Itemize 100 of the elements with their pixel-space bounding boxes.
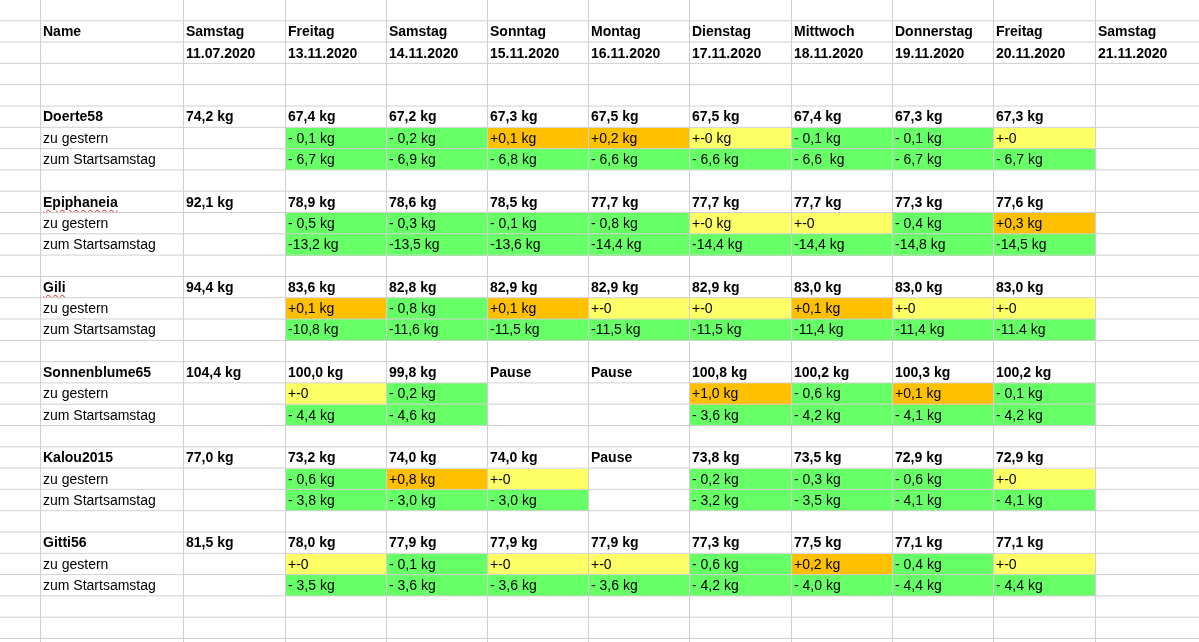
table-cell-text: 74,0 kg (388, 448, 438, 468)
table-cell-text: 100,3 kg (894, 363, 952, 383)
table-cell-text: 81,5 kg (185, 533, 235, 553)
table-cell-text: zum Startsamstag (42, 405, 157, 425)
table-cell-text: 67,4 kg (793, 107, 843, 127)
table-cell-text: zu gestern (42, 213, 110, 233)
table-cell-text: Samstag (388, 22, 449, 42)
table-cell-text: 67,5 kg (590, 107, 640, 127)
table-cell-text: Doerte58 (42, 107, 104, 127)
table-cell-text: 82,9 kg (691, 277, 741, 297)
table-cell-text: Montag (590, 22, 642, 42)
table-cell-text: Sonntag (489, 22, 547, 42)
table-cell-text: zu gestern (42, 469, 110, 489)
table-cell-text: 82,9 kg (590, 277, 640, 297)
table-cell-text: Donnerstag (894, 22, 974, 42)
table-cell-text: 77,3 kg (691, 533, 741, 553)
table-cell-text: Pause (590, 363, 634, 383)
table-cell: - 4,2 kg (690, 575, 792, 597)
table-cell-text: 78,9 kg (287, 192, 337, 212)
table-cell-text: 100,0 kg (287, 363, 345, 383)
table-cell-text: 77,0 kg (185, 448, 235, 468)
table-cell-text: 67,4 kg (287, 107, 337, 127)
table-cell-text: 15.11.2020 (489, 43, 561, 63)
table-cell-text: 83,0 kg (793, 277, 843, 297)
table-cell-text: Samstag (185, 22, 246, 42)
table-cell-text: 78,0 kg (287, 533, 337, 553)
table-cell-text: 14.11.2020 (388, 43, 460, 63)
table-cell: -11,5 kg (690, 319, 792, 341)
table-cell-text: 77,9 kg (388, 533, 438, 553)
table-cell: - 0,1 kg (994, 383, 1096, 405)
table-cell-text: 67,2 kg (388, 107, 438, 127)
table-cell-text: 21.11.2020 (1097, 43, 1169, 63)
table-cell-text: 74,2 kg (185, 107, 235, 127)
table-cell-text: 104,4 kg (185, 363, 243, 383)
table-cell-text: Sonnenblume65 (42, 363, 153, 383)
table-cell-text: 67,3 kg (489, 107, 539, 127)
table-cell-text: 77,3 kg (894, 192, 944, 212)
table-cell-text: 19.11.2020 (894, 43, 966, 63)
table-cell-text: Mittwoch (793, 22, 856, 42)
table-cell-text: 11.07.2020 (185, 43, 257, 63)
table-cell-text: 77,5 kg (793, 533, 843, 553)
table-cell-text: Kalou2015 (42, 448, 115, 468)
table-cell: +-0 (994, 468, 1096, 490)
table-cell-text: 77,6 kg (995, 192, 1045, 212)
table-cell-text: 77,7 kg (793, 192, 843, 212)
table-cell: -14,5 kg (994, 234, 1096, 256)
table-cell-text: zu gestern (42, 554, 110, 574)
table-cell: - 3,6 kg (690, 404, 792, 426)
table-cell-text: Epiphaneia (42, 192, 119, 212)
table-cell-text: zum Startsamstag (42, 150, 157, 170)
table-cell-text: 77,1 kg (995, 533, 1045, 553)
table-cell-text: 100,8 kg (691, 363, 749, 383)
table-cell-text: 92,1 kg (185, 192, 235, 212)
table-cell-text: 99,8 kg (388, 363, 438, 383)
table-cell-text: Name (42, 22, 83, 42)
table-cell-text: 74,0 kg (489, 448, 539, 468)
table-cell-text: 94,4 kg (185, 277, 235, 297)
table-cell-text: 18.11.2020 (793, 43, 865, 63)
table-cell-text: 17.11.2020 (691, 43, 763, 63)
table-cell-text: zu gestern (42, 299, 110, 319)
table-cell: - 3,2 kg (690, 489, 792, 512)
table-cell: +-0 kg (690, 212, 792, 235)
table-cell: - 0,6 kg (690, 553, 792, 575)
table-cell-text: Pause (590, 448, 634, 468)
table-cell-text: 83,6 kg (287, 277, 337, 297)
table-cell-text: zum Startsamstag (42, 235, 157, 255)
table-cell-text: 73,8 kg (691, 448, 741, 468)
table-cell: +-0 (994, 298, 1096, 320)
table-cell-text: 100,2 kg (793, 363, 851, 383)
table-cell: - 6,7 kg (994, 149, 1096, 171)
table-cell: +-0 (690, 298, 792, 320)
table-cell-text: zu gestern (42, 128, 110, 148)
table-cell-text: Dienstag (691, 22, 753, 42)
table-cell-text: 67,3 kg (894, 107, 944, 127)
table-cell-text: 72,9 kg (894, 448, 944, 468)
table-cell-text: Freitag (995, 22, 1044, 42)
table-cell-text: 78,5 kg (489, 192, 539, 212)
table-cell-text: zum Startsamstag (42, 490, 157, 510)
table-cell-text: 67,3 kg (995, 107, 1045, 127)
table-cell: +0,3 kg (994, 212, 1096, 235)
table-cell: - 4,1 kg (994, 489, 1096, 512)
table-cell-text: Freitag (287, 22, 336, 42)
table-cell-text: 13.11.2020 (287, 43, 359, 63)
table-cell: +-0 (994, 127, 1096, 150)
table-cell: -14,4 kg (690, 234, 792, 256)
table-cell-text: 82,8 kg (388, 277, 438, 297)
table-cell-text: 77,9 kg (489, 533, 539, 553)
table-cell-text: zum Startsamstag (42, 320, 157, 340)
table-cell-text: 72,9 kg (995, 448, 1045, 468)
table-cell: +-0 kg (690, 127, 792, 150)
table-cell: -11.4 kg (994, 319, 1096, 341)
table-cell: +-0 (994, 553, 1096, 575)
table-cell: - 4,4 kg (994, 575, 1096, 597)
table-cell: - 6,6 kg (690, 149, 792, 171)
table-cell-text: Gitti56 (42, 533, 88, 553)
table-cell: - 4,2 kg (994, 404, 1096, 426)
table-cell-text: 83,0 kg (995, 277, 1045, 297)
table-cell-text: 16.11.2020 (590, 43, 662, 63)
table-cell-text: 73,2 kg (287, 448, 337, 468)
table-cell: - 0,2 kg (690, 468, 792, 490)
